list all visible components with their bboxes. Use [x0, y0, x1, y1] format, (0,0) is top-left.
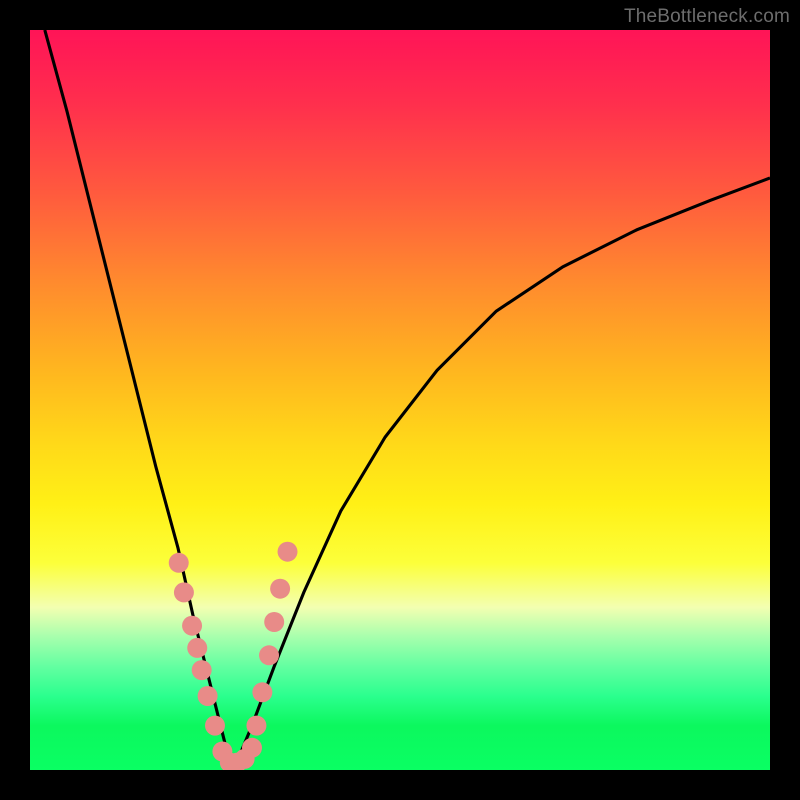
watermark-label: TheBottleneck.com — [624, 6, 790, 28]
chart-plot-area — [30, 30, 770, 770]
data-point — [169, 553, 189, 573]
data-point — [264, 612, 284, 632]
data-point — [270, 579, 290, 599]
data-point — [187, 638, 207, 658]
data-point — [252, 682, 272, 702]
data-point — [242, 738, 262, 758]
data-point — [246, 716, 266, 736]
data-point — [198, 686, 218, 706]
data-point — [205, 716, 225, 736]
data-point — [259, 645, 279, 665]
chart-svg — [30, 30, 770, 770]
data-point — [182, 616, 202, 636]
data-point — [192, 660, 212, 680]
curve-right — [234, 178, 771, 770]
chart-outer-frame: TheBottleneck.com — [0, 0, 800, 800]
curve-left — [45, 30, 234, 770]
data-point-group — [169, 542, 298, 770]
data-point — [278, 542, 298, 562]
data-point — [174, 582, 194, 602]
